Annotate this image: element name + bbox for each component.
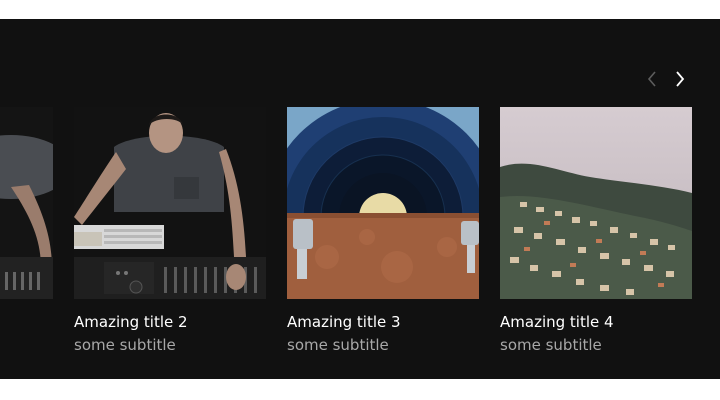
carousel-card-3[interactable]: Amazing title 3 some subtitle — [287, 107, 479, 354]
card-title: Amazing title 4 — [500, 313, 614, 331]
card-image-mixing-desk-cropped — [0, 107, 53, 299]
card-subtitle: some subtitle — [74, 336, 176, 354]
card-title: Amazing title 3 — [287, 313, 401, 331]
prev-button[interactable] — [642, 69, 662, 89]
card-image-foggy-town — [500, 107, 692, 299]
carousel-nav — [642, 69, 690, 89]
card-image-vinyl-record — [287, 107, 479, 299]
next-button[interactable] — [670, 69, 690, 89]
chevron-left-icon — [647, 71, 656, 87]
carousel-card-2[interactable]: Amazing title 2 some subtitle — [74, 107, 266, 354]
carousel-track: Amazing title 2 some subtitle Amazing ti… — [0, 107, 692, 354]
carousel-card-4[interactable]: Amazing title 4 some subtitle — [500, 107, 692, 354]
image-carousel: Amazing title 2 some subtitle Amazing ti… — [0, 19, 720, 379]
card-subtitle: some subtitle — [287, 336, 389, 354]
card-subtitle: some subtitle — [500, 336, 602, 354]
card-image-mixing-desk — [74, 107, 266, 299]
card-title: Amazing title 2 — [74, 313, 188, 331]
chevron-right-icon — [676, 71, 685, 87]
carousel-card-1[interactable] — [0, 107, 53, 354]
